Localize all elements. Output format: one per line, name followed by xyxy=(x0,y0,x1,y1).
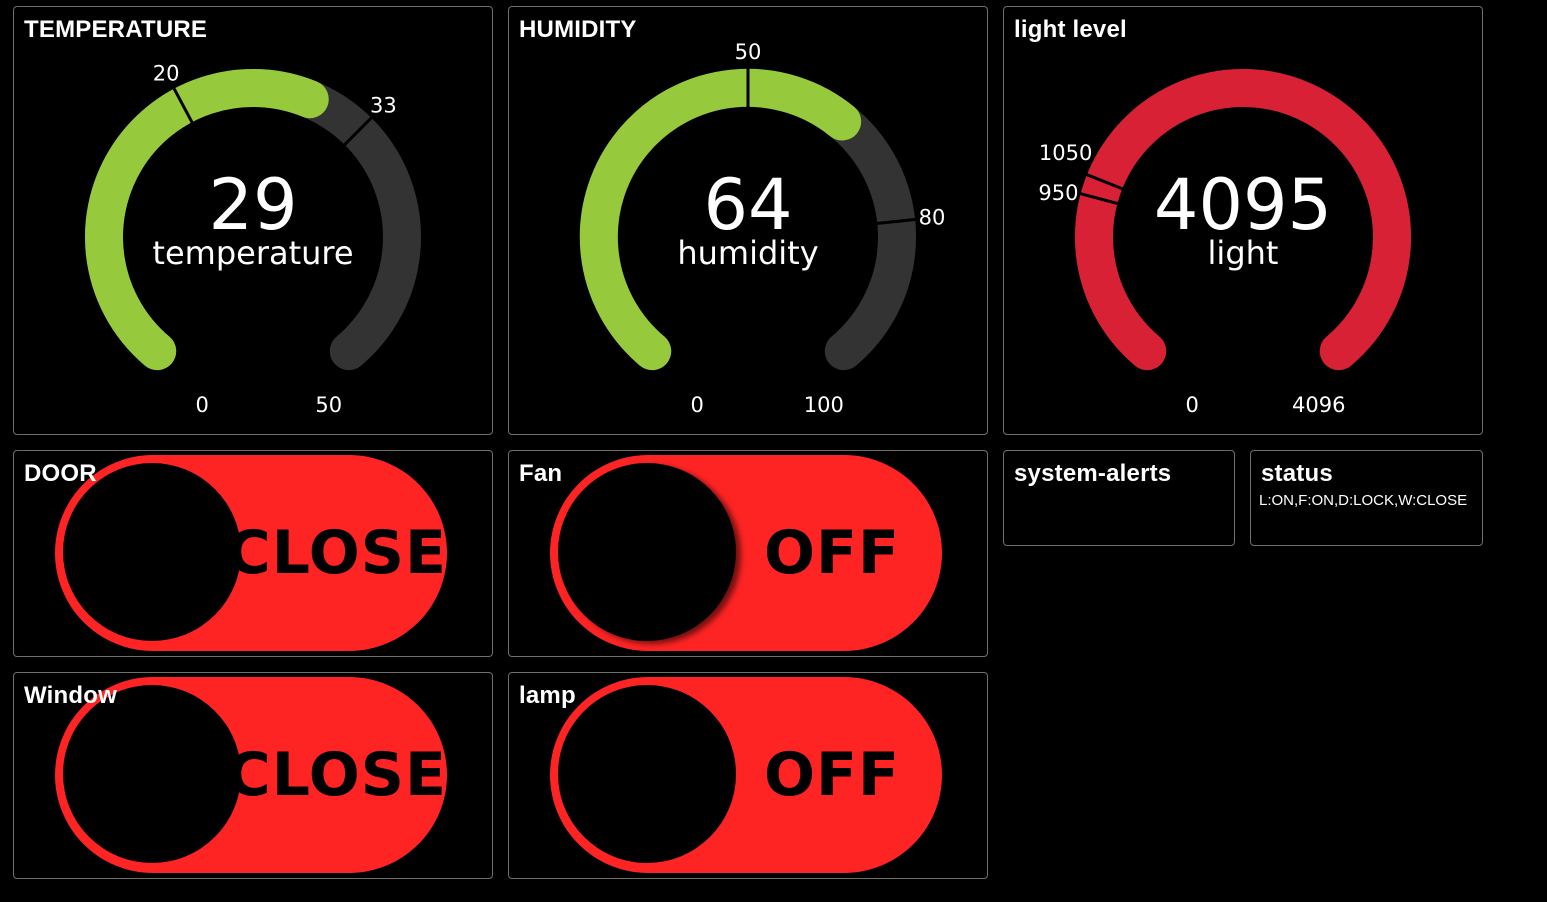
window-toggle-knob xyxy=(63,685,241,863)
humidity-max-label: 100 xyxy=(804,393,844,417)
temperature-marker-low-label: 20 xyxy=(153,62,180,86)
door-toggle-state: CLOSE xyxy=(226,518,447,588)
fan-toggle[interactable]: OFF xyxy=(550,455,942,651)
light-min-label: 0 xyxy=(1186,393,1199,417)
temperature-gauge: 20 33 0 50 29 temperature xyxy=(84,62,421,417)
light-gauge: 950 1050 0 4096 4095 light xyxy=(1038,69,1411,417)
window-card: CLOSE Window xyxy=(13,672,493,879)
humidity-marker-low-label: 50 xyxy=(735,40,762,64)
humidity-gauge: 50 80 0 100 64 humidity xyxy=(579,40,946,417)
lamp-toggle-knob xyxy=(558,685,736,863)
door-title: DOOR xyxy=(24,460,97,487)
light-marker-high-label: 1050 xyxy=(1039,141,1092,165)
door-toggle[interactable]: CLOSE xyxy=(55,455,447,651)
status-value: L:ON,F:ON,D:LOCK,W:CLOSE xyxy=(1259,492,1468,509)
light-label: light xyxy=(1208,234,1279,272)
temperature-title: TEMPERATURE xyxy=(24,16,208,43)
fan-title: Fan xyxy=(519,460,563,487)
fan-card: OFF Fan xyxy=(508,450,988,657)
temperature-marker-high-label: 33 xyxy=(370,94,397,118)
fan-toggle-state: OFF xyxy=(764,518,900,588)
status-title: status xyxy=(1261,460,1333,487)
temperature-min-label: 0 xyxy=(196,393,209,417)
humidity-min-label: 0 xyxy=(691,393,704,417)
lamp-toggle[interactable]: OFF xyxy=(550,677,942,873)
light-gauge-card: light level 950 1050 0 4096 4095 light xyxy=(1003,6,1483,435)
humidity-gauge-card: HUMIDITY 50 80 0 100 64 humidity xyxy=(508,6,988,435)
lamp-card: OFF lamp xyxy=(508,672,988,879)
status-card: status L:ON,F:ON,D:LOCK,W:CLOSE xyxy=(1250,450,1483,546)
door-card: CLOSE DOOR xyxy=(13,450,493,657)
window-title: Window xyxy=(24,682,117,709)
light-title: light level xyxy=(1014,16,1127,43)
temperature-gauge-card: TEMPERATURE 20 33 0 50 29 temperature xyxy=(13,6,493,435)
light-marker-low-label: 950 xyxy=(1038,181,1078,205)
humidity-label: humidity xyxy=(677,234,818,272)
system-alerts-title: system-alerts xyxy=(1014,460,1172,487)
humidity-marker-high-label: 80 xyxy=(919,206,946,230)
system-alerts-card: system-alerts xyxy=(1003,450,1235,546)
lamp-toggle-state: OFF xyxy=(764,740,900,810)
door-toggle-knob xyxy=(63,463,241,641)
lamp-title: lamp xyxy=(519,682,576,709)
temperature-label: temperature xyxy=(152,234,353,272)
light-max-label: 4096 xyxy=(1292,393,1345,417)
window-toggle-state: CLOSE xyxy=(226,740,447,810)
temperature-max-label: 50 xyxy=(315,393,342,417)
fan-toggle-knob xyxy=(558,463,736,641)
humidity-title: HUMIDITY xyxy=(519,16,637,43)
